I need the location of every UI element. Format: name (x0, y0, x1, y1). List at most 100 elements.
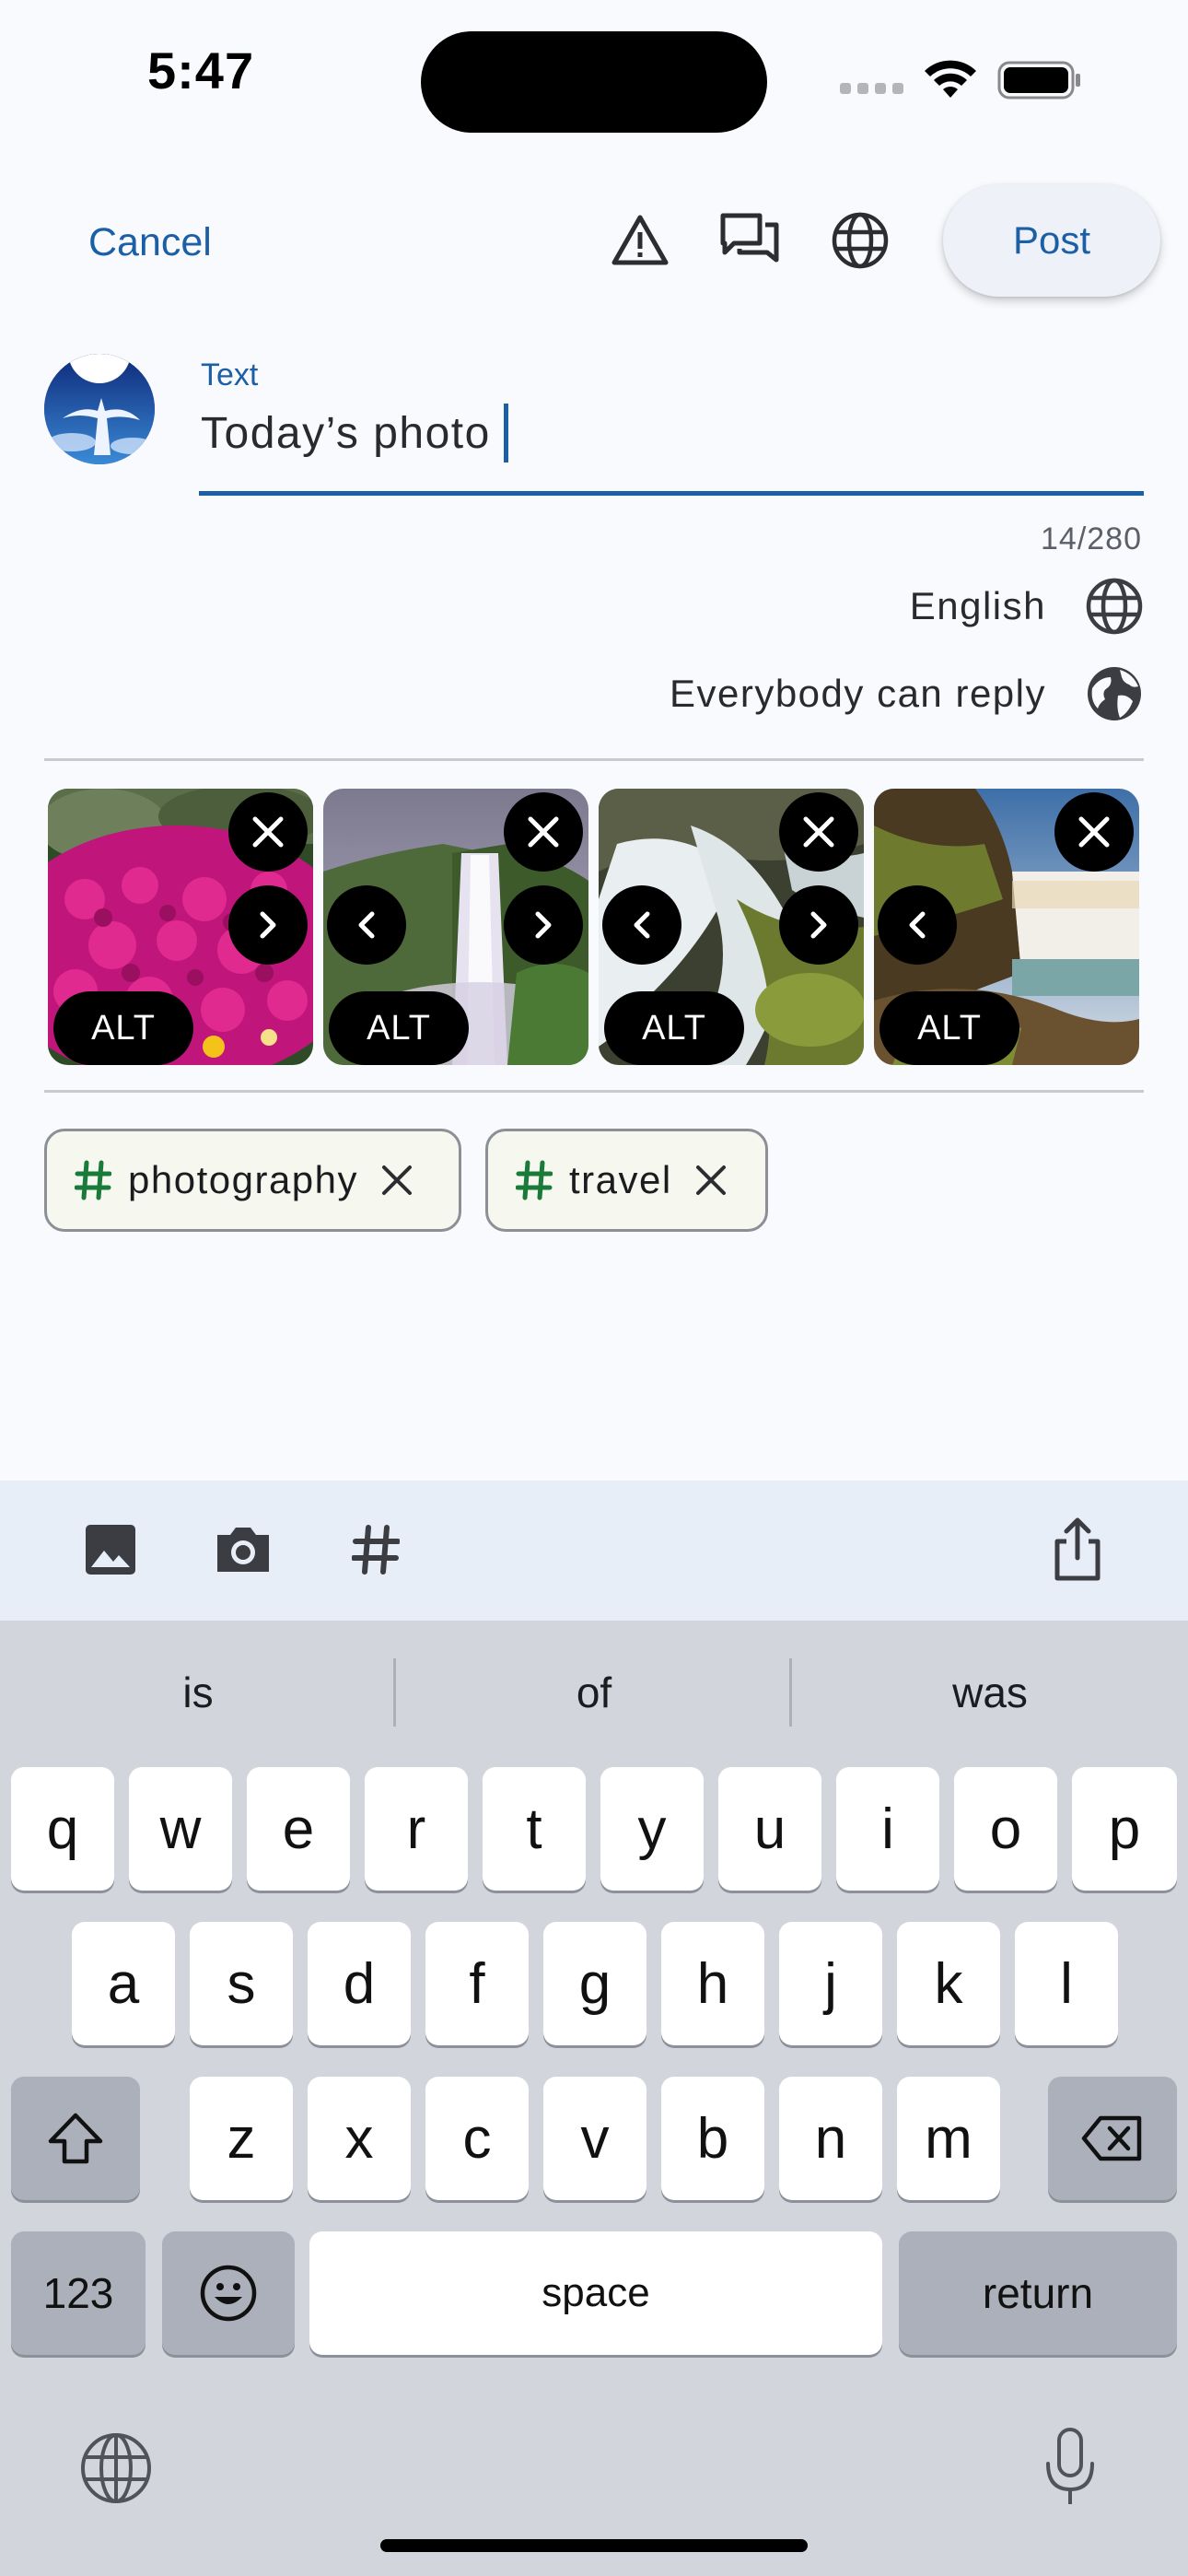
language-button[interactable] (827, 207, 893, 274)
key-w[interactable]: w (129, 1767, 232, 1891)
suggestion-1[interactable]: is (14, 1658, 382, 1727)
key-m[interactable]: m (897, 2077, 1000, 2200)
close-icon (803, 816, 834, 848)
media-item-flowers[interactable]: ALT (48, 789, 313, 1065)
key-o[interactable]: o (954, 1767, 1057, 1891)
status-time: 5:47 (147, 41, 255, 100)
chevron-left-icon (909, 911, 926, 939)
chevron-left-icon (634, 911, 650, 939)
alt-text-button[interactable]: ALT (53, 991, 193, 1065)
reply-setting-label: Everybody can reply (669, 672, 1046, 715)
post-text-value: Today’s photo (201, 408, 491, 458)
key-z[interactable]: z (190, 2077, 293, 2200)
shift-key[interactable] (11, 2077, 140, 2200)
key-y[interactable]: y (600, 1767, 704, 1891)
suggestion-divider (789, 1658, 792, 1727)
conversation-icon (720, 213, 779, 263)
chevron-right-icon (260, 911, 276, 939)
tag-label: photography (128, 1158, 359, 1201)
media-item-waterfall-3[interactable]: ALT (874, 789, 1139, 1065)
add-image-button[interactable] (74, 1513, 147, 1587)
composer-toolbar (0, 1481, 1188, 1621)
key-q[interactable]: q (11, 1767, 114, 1891)
key-t[interactable]: t (483, 1767, 586, 1891)
space-key[interactable]: space (309, 2231, 882, 2355)
key-j[interactable]: j (779, 1922, 882, 2045)
key-b[interactable]: b (661, 2077, 764, 2200)
avatar[interactable] (44, 354, 155, 464)
battery-icon (997, 61, 1080, 100)
move-right-button[interactable] (779, 885, 858, 965)
suggestion-divider (393, 1658, 396, 1727)
close-icon[interactable] (694, 1164, 728, 1197)
hashtag-icon (352, 1525, 400, 1575)
key-d[interactable]: d (308, 1922, 411, 2045)
close-icon[interactable] (380, 1164, 413, 1197)
character-counter: 14/280 (1041, 521, 1142, 556)
home-indicator (380, 2539, 808, 2552)
globe-icon (81, 2433, 151, 2503)
post-text-input[interactable]: Today’s photo (201, 404, 508, 463)
backspace-key[interactable] (1048, 2077, 1177, 2200)
key-p[interactable]: p (1072, 1767, 1177, 1891)
move-right-button[interactable] (228, 885, 308, 965)
camera-icon (217, 1528, 269, 1572)
avatar-image (44, 354, 155, 464)
key-u[interactable]: u (718, 1767, 821, 1891)
key-i[interactable]: i (836, 1767, 939, 1891)
backspace-icon (1081, 2115, 1142, 2161)
reply-setting-selector[interactable]: Everybody can reply (670, 662, 1144, 726)
return-key[interactable]: return (899, 2231, 1177, 2355)
media-item-waterfall-1[interactable]: ALT (323, 789, 588, 1065)
language-label: English (909, 584, 1046, 627)
move-left-button[interactable] (602, 885, 681, 965)
content-warning-button[interactable] (607, 207, 673, 274)
move-left-button[interactable] (327, 885, 406, 965)
alt-text-button[interactable]: ALT (879, 991, 1019, 1065)
keyboard-switch-button[interactable] (77, 2430, 155, 2507)
tag-chip-photography[interactable]: photography (44, 1129, 461, 1232)
media-item-waterfall-2[interactable]: ALT (599, 789, 864, 1065)
language-selector[interactable]: English (910, 574, 1144, 638)
camera-button[interactable] (206, 1513, 280, 1587)
key-a[interactable]: a (72, 1922, 175, 2045)
conversation-button[interactable] (716, 207, 783, 274)
key-x[interactable]: x (308, 2077, 411, 2200)
alt-text-button[interactable]: ALT (329, 991, 469, 1065)
suggestion-3[interactable]: was (806, 1658, 1174, 1727)
dictation-button[interactable] (1033, 2424, 1107, 2511)
text-field-underline (199, 491, 1144, 496)
key-h[interactable]: h (661, 1922, 764, 2045)
remove-media-button[interactable] (779, 792, 858, 872)
globe-icon (832, 212, 889, 269)
wifi-icon (925, 60, 976, 98)
numbers-key[interactable]: 123 (11, 2231, 146, 2355)
public-globe-icon (1088, 667, 1141, 720)
cancel-button[interactable]: Cancel (74, 210, 276, 275)
key-f[interactable]: f (425, 1922, 529, 2045)
suggestion-2[interactable]: of (410, 1658, 778, 1727)
key-e[interactable]: e (247, 1767, 350, 1891)
key-v[interactable]: v (543, 2077, 646, 2200)
key-c[interactable]: c (425, 2077, 529, 2200)
remove-media-button[interactable] (504, 792, 583, 872)
key-k[interactable]: k (897, 1922, 1000, 2045)
close-icon (252, 816, 284, 848)
post-button[interactable]: Post (943, 184, 1160, 297)
tag-chip-travel[interactable]: travel (485, 1129, 768, 1232)
remove-media-button[interactable] (228, 792, 308, 872)
move-right-button[interactable] (504, 885, 583, 965)
key-g[interactable]: g (543, 1922, 646, 2045)
emoji-key[interactable] (162, 2231, 295, 2355)
alt-text-button[interactable]: ALT (604, 991, 744, 1065)
move-left-button[interactable] (878, 885, 957, 965)
remove-media-button[interactable] (1054, 792, 1134, 872)
hashtag-icon (75, 1160, 111, 1200)
share-button[interactable] (1041, 1513, 1114, 1587)
key-n[interactable]: n (779, 2077, 882, 2200)
key-r[interactable]: r (365, 1767, 468, 1891)
key-s[interactable]: s (190, 1922, 293, 2045)
emoji-icon (200, 2265, 257, 2322)
hashtag-button[interactable] (339, 1513, 413, 1587)
key-l[interactable]: l (1015, 1922, 1118, 2045)
